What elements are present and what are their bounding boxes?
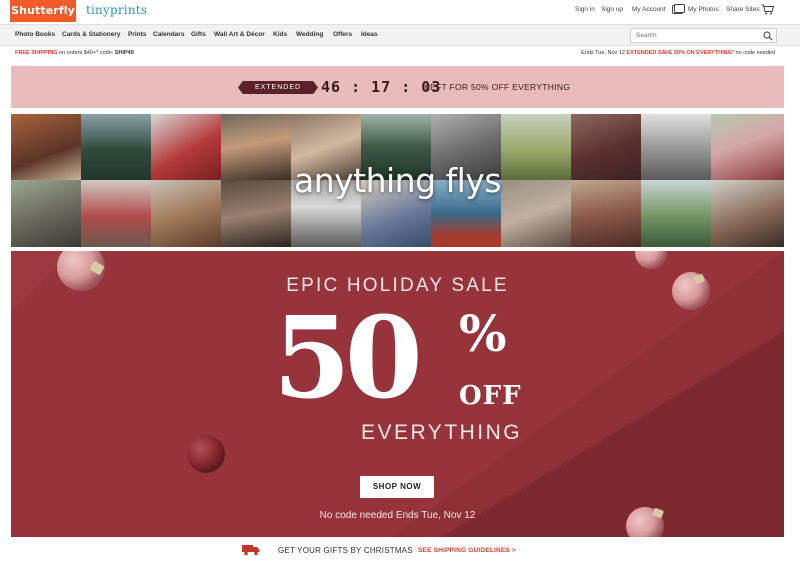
shipping-strip: GET YOUR GIFTS BY CHRISTMAS SEE SHIPPING…	[0, 541, 800, 561]
shipping-message: GET YOUR GIFTS BY CHRISTMAS	[278, 546, 413, 555]
free-shipping-label: FREE SHIPPING	[15, 50, 58, 56]
collage-title: anything flys	[293, 161, 502, 200]
nav-item-cards-stationery[interactable]: Cards & Stationery	[62, 31, 121, 38]
search-box	[630, 28, 777, 43]
countdown-text: LEFT FOR 50% OFF EVERYTHING	[425, 82, 571, 92]
search-input[interactable]	[631, 29, 756, 42]
free-shipping-text: on orders $49+* code:	[57, 50, 115, 56]
nav-item-prints[interactable]: Prints	[128, 31, 146, 38]
truck-icon	[242, 545, 260, 556]
ornament-top-right	[635, 251, 667, 269]
shutterfly-logo[interactable]: Shutterfly	[10, 0, 76, 22]
sale-percent-number: 50	[273, 293, 423, 424]
site-header: Shutterfly tinyprints Sign in Sign up My…	[0, 0, 800, 24]
sign-in-link[interactable]: Sign in	[575, 6, 595, 13]
sale-promo[interactable]: Ends Tue, Nov 12 EXTENDED SAVE 50% ON EV…	[581, 50, 775, 56]
promo-strip: FREE SHIPPING on orders $49+* code: SHIP…	[0, 47, 800, 61]
free-shipping-promo[interactable]: FREE SHIPPING on orders $49+* code: SHIP…	[15, 50, 134, 56]
sale-percent-sign: %	[459, 304, 507, 363]
sale-promo-tail: no code needed	[734, 50, 775, 56]
nav-item-wall-art[interactable]: Wall Art & Décor	[214, 31, 265, 38]
nav-item-gifts[interactable]: Gifts	[191, 31, 206, 38]
free-shipping-code: SHIP49	[114, 50, 134, 56]
sale-promo-highlight: EXTENDED SAVE 50% ON EVERYTHING*	[626, 50, 735, 56]
cart-icon[interactable]	[761, 4, 774, 15]
my-photos-link[interactable]: My Photos	[688, 6, 719, 13]
sale-off: OFF	[459, 381, 522, 411]
nav-item-calendars[interactable]: Calendars	[153, 31, 184, 38]
countdown-banner[interactable]: EXTENDED 46 : 17 : 03 LEFT FOR 50% OFF E…	[11, 66, 784, 108]
nav-item-offers[interactable]: Offers	[333, 31, 352, 38]
sale-promo-end: Ends Tue, Nov 12	[581, 50, 627, 56]
ornament-bottom-left	[187, 435, 225, 473]
tinyprints-logo[interactable]: tinyprints	[86, 3, 147, 17]
nav-item-wedding[interactable]: Wedding	[296, 31, 323, 38]
sale-hero-banner[interactable]: EPIC HOLIDAY SALE 50 % OFF EVERYTHING SH…	[11, 251, 784, 537]
main-nav: Photo Books Cards & Stationery Prints Ca…	[0, 24, 800, 46]
photo-collage-banner[interactable]: anything flys	[11, 114, 784, 247]
my-account-link[interactable]: My Account	[632, 6, 666, 13]
sign-up-link[interactable]: Sign up	[601, 6, 623, 13]
extended-tag: EXTENDED	[238, 81, 318, 94]
nav-item-ideas[interactable]: Ideas	[361, 31, 378, 38]
countdown-timer: 46 : 17 : 03	[321, 78, 442, 96]
search-icon[interactable]	[763, 31, 773, 41]
share-sites-link[interactable]: Share Sites	[726, 6, 760, 13]
shipping-guidelines-link[interactable]: SEE SHIPPING GUIDELINES >	[418, 547, 516, 554]
shop-now-button[interactable]: SHOP NOW	[360, 476, 434, 498]
photos-icon[interactable]	[672, 4, 685, 15]
sale-footnote: No code needed Ends Tue, Nov 12	[319, 510, 476, 521]
nav-item-kids[interactable]: Kids	[273, 31, 287, 38]
nav-item-photo-books[interactable]: Photo Books	[15, 31, 55, 38]
sale-everything: EVERYTHING	[361, 421, 523, 444]
